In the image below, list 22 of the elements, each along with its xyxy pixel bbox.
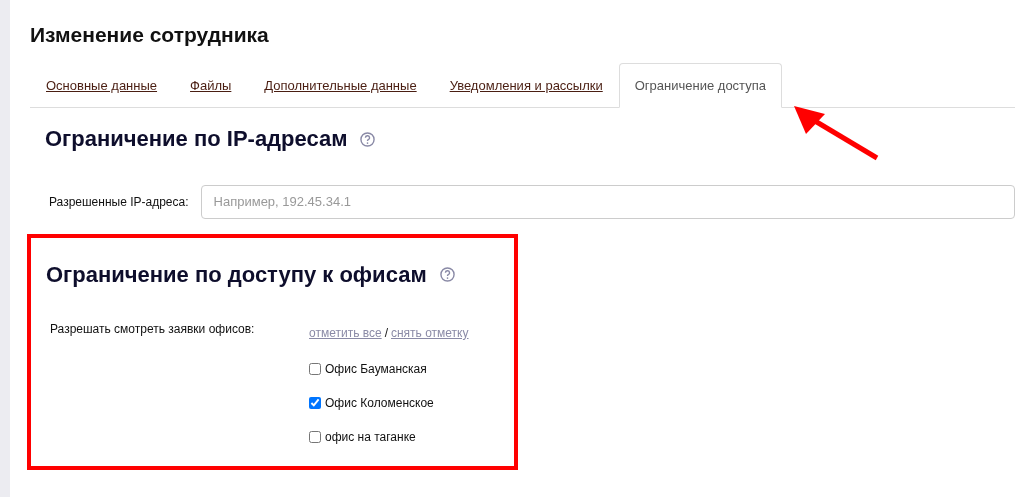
section-heading: Ограничение по IP-адресам	[45, 126, 348, 153]
checkbox[interactable]	[309, 396, 321, 409]
checkbox[interactable]	[309, 430, 321, 443]
deselect-all-link[interactable]: снять отметку	[391, 325, 469, 340]
select-all-link[interactable]: отметить все	[309, 325, 382, 340]
tab[interactable]: Файлы	[190, 75, 232, 108]
help-icon[interactable]	[360, 131, 376, 147]
section-heading: Ограничение по доступу к офисам	[46, 261, 427, 288]
tab[interactable]: Основные данные	[46, 75, 158, 108]
tab[interactable]: Ограничение доступа	[618, 62, 782, 109]
checkbox-label: Офис Бауманская	[325, 360, 427, 378]
field-label: Разрешать смотреть заявки офисов:	[50, 320, 256, 338]
checkbox-label: офис на таганке	[325, 428, 416, 446]
field-label: Разрешенные IP-адреса:	[49, 193, 189, 211]
tab[interactable]: Уведомления и рассылки	[449, 75, 603, 108]
tab[interactable]: Дополнительные данные	[264, 75, 417, 108]
page-title: Изменение сотрудника	[30, 22, 270, 48]
help-icon[interactable]	[439, 267, 455, 283]
checkbox-label: Офис Коломенское	[325, 394, 434, 412]
checkbox[interactable]	[309, 362, 321, 375]
ip-address-field[interactable]: Например, 192.45.34.1	[200, 184, 1015, 219]
separator: /	[384, 325, 388, 340]
